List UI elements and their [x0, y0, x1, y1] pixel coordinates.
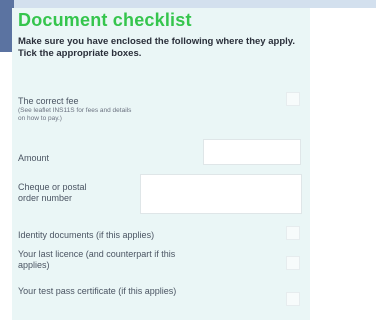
- identity-checkbox[interactable]: [286, 226, 300, 240]
- right-margin: [310, 8, 376, 320]
- licence-checkbox[interactable]: [286, 256, 300, 270]
- test-pass-checkbox[interactable]: [286, 292, 300, 306]
- fee-label: The correct fee: [18, 96, 79, 106]
- identity-label: Identity documents (if this applies): [18, 230, 155, 240]
- fee-checkbox[interactable]: [286, 92, 300, 106]
- amount-label: Amount: [18, 153, 50, 163]
- fee-note: (See leaflet INS11S for fees and details…: [18, 107, 132, 122]
- cheque-number-field[interactable]: [140, 174, 302, 214]
- document-checklist-form: Document checklist Make sure you have en…: [12, 8, 310, 320]
- fee-row: The correct fee (See leaflet INS11S for …: [18, 96, 168, 122]
- licence-label: Your last licence (and counterpart if th…: [18, 249, 176, 270]
- form-instructions: Make sure you have enclosed the followin…: [18, 36, 295, 59]
- top-band: [0, 0, 376, 8]
- amount-field[interactable]: [203, 139, 301, 165]
- test-pass-label: Your test pass certificate (if this appl…: [18, 286, 177, 296]
- cheque-label: Cheque or postal order number: [18, 182, 87, 203]
- form-title: Document checklist: [18, 10, 192, 30]
